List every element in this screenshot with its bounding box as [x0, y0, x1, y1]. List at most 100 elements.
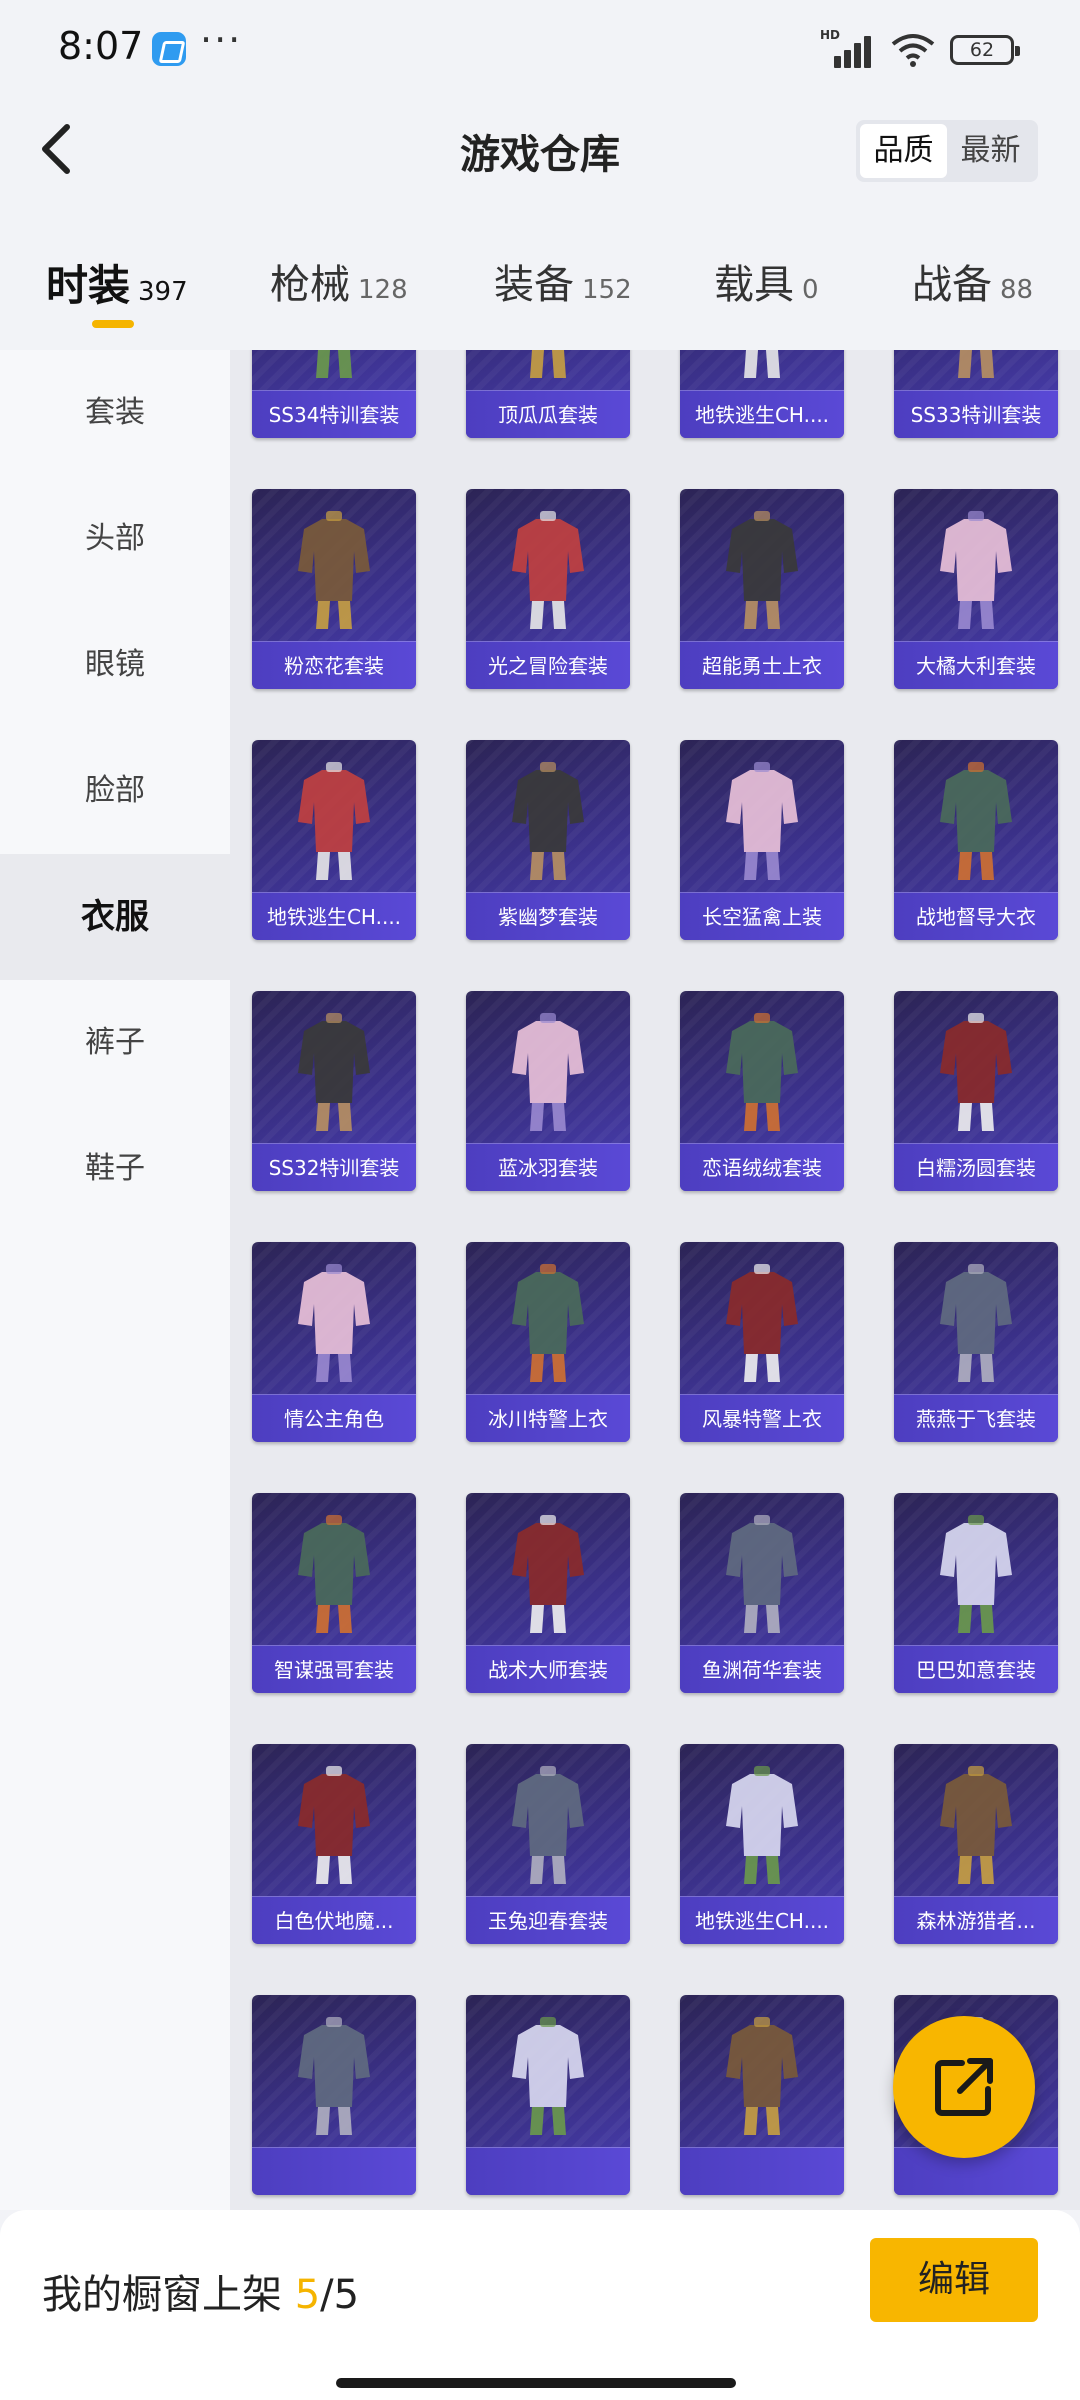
- item-name: SS33特训套装: [910, 403, 1042, 427]
- signal-icon: HD: [820, 28, 876, 68]
- item-thumbnail: [512, 762, 584, 880]
- item-card[interactable]: 森林游猎者...: [894, 1744, 1058, 1944]
- showcase-current: 5: [294, 2272, 321, 2318]
- more-notifications-icon: ···: [200, 18, 243, 62]
- item-card[interactable]: 恋语绒绒套装: [680, 991, 844, 1191]
- item-card[interactable]: 紫幽梦套装: [466, 740, 630, 940]
- tab-label: 载具: [714, 262, 794, 308]
- item-name: [470, 2149, 626, 2195]
- item-name: 燕燕于飞套装: [916, 1407, 1036, 1431]
- item-card[interactable]: 长空猛禽上装: [680, 740, 844, 940]
- app-notification-icon: [152, 32, 186, 66]
- status-time: 8:07: [58, 24, 144, 68]
- item-name: 粉恋花套装: [284, 654, 384, 678]
- item-thumbnail: [298, 1013, 370, 1131]
- item-card[interactable]: SS34特训套装: [252, 350, 416, 438]
- item-thumbnail: [958, 350, 994, 378]
- item-thumbnail: [298, 1766, 370, 1884]
- item-card[interactable]: 超能勇士上衣: [680, 489, 844, 689]
- tab-vehicles[interactable]: 载具 0: [714, 252, 819, 310]
- wifi-icon: [891, 34, 935, 67]
- sidebar-item-pants[interactable]: 裤子: [0, 980, 230, 1106]
- item-card[interactable]: [252, 1995, 416, 2195]
- home-indicator: [336, 2378, 736, 2388]
- edit-button[interactable]: 编辑: [870, 2238, 1038, 2322]
- showcase-total: 5: [333, 2272, 360, 2318]
- item-thumbnail: [726, 2017, 798, 2135]
- item-card[interactable]: 玉兔迎春套装: [466, 1744, 630, 1944]
- hd-label: HD: [820, 28, 841, 42]
- item-card[interactable]: 鱼渊荷华套装: [680, 1493, 844, 1693]
- tab-equipment[interactable]: 装备 152: [494, 252, 632, 310]
- item-card[interactable]: 风暴特警上衣: [680, 1242, 844, 1442]
- item-thumbnail: [940, 762, 1012, 880]
- sidebar-item-face[interactable]: 脸部: [0, 728, 230, 854]
- game-warehouse-screen: 8:07 ··· HD 62 游戏仓库 品质 最新 时装 397 枪械 128 …: [0, 0, 1080, 2400]
- item-thumbnail: [512, 1264, 584, 1382]
- tab-label: 装备: [494, 262, 574, 308]
- sort-quality-button[interactable]: 品质: [860, 124, 947, 178]
- item-thumbnail: [298, 1264, 370, 1382]
- item-thumbnail: [940, 1766, 1012, 1884]
- item-thumbnail: [726, 511, 798, 629]
- item-card[interactable]: SS33特训套装: [894, 350, 1058, 438]
- item-card[interactable]: 冰川特警上衣: [466, 1242, 630, 1442]
- item-card[interactable]: SS32特训套装: [252, 991, 416, 1191]
- tab-count: 152: [582, 275, 632, 305]
- sidebar-item-glasses[interactable]: 眼镜: [0, 602, 230, 728]
- bottom-bar: 我的橱窗上架 5/5 编辑: [0, 2210, 1080, 2400]
- item-thumbnail: [726, 1515, 798, 1633]
- tab-supplies[interactable]: 战备 88: [912, 252, 1033, 310]
- tab-fashion[interactable]: 时装 397: [46, 252, 188, 313]
- item-thumbnail: [940, 1013, 1012, 1131]
- item-name: 大橘大利套装: [916, 654, 1036, 678]
- item-grid: SS34特训套装 顶瓜瓜套装地铁逃生CH.... SS33特训套装粉恋花套装 光之冒险…: [230, 350, 1080, 2210]
- sidebar-item-head[interactable]: 头部: [0, 476, 230, 602]
- item-card[interactable]: 顶瓜瓜套装: [466, 350, 630, 438]
- item-thumbnail: [316, 350, 352, 378]
- status-icons: HD 62: [820, 28, 1020, 70]
- item-card[interactable]: 蓝冰羽套装: [466, 991, 630, 1191]
- share-button[interactable]: [893, 2016, 1035, 2158]
- item-card[interactable]: 光之冒险套装: [466, 489, 630, 689]
- subcategory-sidebar: 套装 头部 眼镜 脸部 衣服 裤子 鞋子: [0, 350, 230, 2210]
- item-card[interactable]: [680, 1995, 844, 2195]
- item-name: [684, 2149, 840, 2195]
- item-card[interactable]: 巴巴如意套装: [894, 1493, 1058, 1693]
- item-thumbnail: [726, 1013, 798, 1131]
- item-name: 光之冒险套装: [488, 654, 608, 678]
- item-name: 风暴特警上衣: [702, 1407, 822, 1431]
- item-card[interactable]: 地铁逃生CH....: [252, 740, 416, 940]
- item-thumbnail: [512, 1766, 584, 1884]
- item-card[interactable]: 地铁逃生CH....: [680, 1744, 844, 1944]
- sidebar-item-clothes[interactable]: 衣服: [0, 854, 230, 980]
- item-card[interactable]: 情公主角色: [252, 1242, 416, 1442]
- showcase-label: 我的橱窗上架: [42, 2272, 282, 2318]
- item-card[interactable]: 大橘大利套装: [894, 489, 1058, 689]
- sort-latest-button[interactable]: 最新: [947, 124, 1034, 178]
- item-name: 地铁逃生CH....: [694, 403, 830, 427]
- item-card[interactable]: 白糯汤圆套装: [894, 991, 1058, 1191]
- tab-count: 128: [358, 275, 408, 305]
- item-thumbnail: [726, 762, 798, 880]
- item-thumbnail: [726, 1766, 798, 1884]
- tab-count: 397: [138, 277, 188, 307]
- item-name: 森林游猎者...: [916, 1909, 1036, 1933]
- item-card[interactable]: 地铁逃生CH....: [680, 350, 844, 438]
- item-card[interactable]: [466, 1995, 630, 2195]
- item-name: 冰川特警上衣: [488, 1407, 608, 1431]
- item-name: 战地督导大衣: [916, 905, 1036, 929]
- tab-label: 枪械: [270, 262, 350, 308]
- item-name: 智谋强哥套装: [274, 1658, 394, 1682]
- tab-guns[interactable]: 枪械 128: [270, 252, 408, 310]
- sort-toggle: 品质 最新: [856, 120, 1038, 182]
- item-card[interactable]: 燕燕于飞套装: [894, 1242, 1058, 1442]
- item-card[interactable]: 智谋强哥套装: [252, 1493, 416, 1693]
- item-card[interactable]: 战术大师套装: [466, 1493, 630, 1693]
- sidebar-item-shoes[interactable]: 鞋子: [0, 1106, 230, 1232]
- tab-count: 0: [802, 275, 819, 305]
- sidebar-item-suit[interactable]: 套装: [0, 350, 230, 476]
- item-card[interactable]: 白色伏地魔...: [252, 1744, 416, 1944]
- item-card[interactable]: 战地督导大衣: [894, 740, 1058, 940]
- item-card[interactable]: 粉恋花套装: [252, 489, 416, 689]
